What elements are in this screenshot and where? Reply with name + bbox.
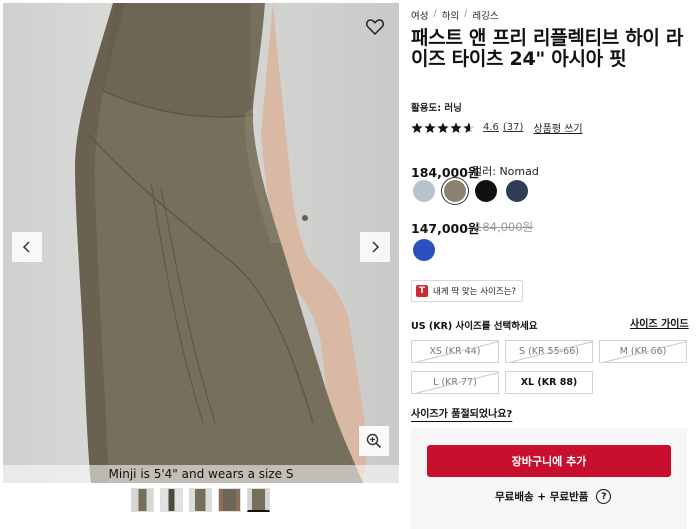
stars-icon <box>411 122 475 133</box>
breadcrumb-leggings[interactable]: 레깅스 <box>472 8 498 22</box>
write-review-link[interactable]: 상품평 쓰기 <box>533 120 582 135</box>
rating-value[interactable]: 4.6 <box>483 122 499 133</box>
rating-row: 4.6 (37) 상품평 쓰기 <box>411 120 583 135</box>
heart-icon <box>366 19 384 35</box>
question-circle-icon[interactable]: ? <box>596 489 612 504</box>
purchase-box: 장바구니에 추가 무료배송 + 무료반품 ? <box>411 428 687 529</box>
size-heading: US (KR) 사이즈를 선택하세요 <box>411 321 538 332</box>
previous-image-button[interactable] <box>12 232 42 262</box>
size-option-l[interactable]: L (KR 77) <box>411 371 499 394</box>
size-option-xl[interactable]: XL (KR 88) <box>505 371 593 394</box>
thumbnail-strip <box>131 488 270 512</box>
thumbnail-2[interactable] <box>160 488 183 512</box>
star-rating <box>411 122 475 134</box>
breadcrumb-bottoms[interactable]: 하의 <box>442 8 459 22</box>
swatch-navy[interactable] <box>506 180 528 202</box>
color-label: 컬러: Nomad <box>472 165 539 178</box>
size-guide-link[interactable]: 사이즈 가이드 <box>630 315 689 330</box>
shipping-label: 무료배송 + 무료반품 <box>495 491 589 503</box>
price: 184,000원 <box>411 165 480 180</box>
breadcrumb-separator: / <box>464 8 468 19</box>
product-photo <box>75 3 367 483</box>
shipping-info[interactable]: 무료배송 + 무료반품 ? <box>495 489 612 504</box>
sale-price: 147,000원 <box>411 221 480 236</box>
review-count[interactable]: (37) <box>503 122 524 133</box>
zoom-button[interactable] <box>359 426 389 456</box>
chevron-left-icon <box>22 241 30 253</box>
fit-finder-button[interactable]: T 내게 딱 맞는 사이즈는? <box>411 280 523 302</box>
product-image-gallery: Minji is 5'4" and wears a size S <box>3 3 399 483</box>
sold-out-size-link[interactable]: 사이즈가 품절되었나요? <box>411 405 512 420</box>
zoom-in-icon <box>366 433 382 449</box>
add-to-cart-button[interactable]: 장바구니에 추가 <box>427 445 671 477</box>
thumbnail-3[interactable] <box>189 488 212 512</box>
swatch-blue[interactable] <box>413 239 435 261</box>
size-option-s[interactable]: S (KR 55-66) <box>505 340 593 363</box>
swatch-light-blue-grey[interactable] <box>413 180 435 202</box>
product-title: 패스트 앤 프리 리플렉티브 하이 라이즈 타이츠 24" 아시아 핏 <box>411 27 684 70</box>
size-option-m[interactable]: M (KR 66) <box>599 340 687 363</box>
breadcrumb-separator: / <box>433 8 437 19</box>
wishlist-button[interactable] <box>363 15 387 39</box>
swatch-nomad[interactable] <box>444 180 466 202</box>
next-image-button[interactable] <box>360 232 390 262</box>
original-price: 184,000원 <box>475 220 534 234</box>
color-swatches <box>413 180 528 202</box>
thumbnail-1[interactable] <box>131 488 154 512</box>
size-option-xs[interactable]: XS (KR 44) <box>411 340 499 363</box>
fit-finder-badge: T <box>416 285 428 297</box>
fit-finder-label: 내게 딱 맞는 사이즈는? <box>433 287 516 297</box>
swatch-black[interactable] <box>475 180 497 202</box>
breadcrumb: 여성 / 하의 / 레깅스 <box>411 8 499 22</box>
image-caption: Minji is 5'4" and wears a size S <box>3 465 399 483</box>
breadcrumb-women[interactable]: 여성 <box>411 8 428 22</box>
thumbnail-5[interactable] <box>247 488 270 512</box>
activity-label: 활용도: 러닝 <box>411 103 462 114</box>
thumbnail-4[interactable] <box>218 488 241 512</box>
size-options: XS (KR 44) S (KR 55-66) M (KR 66) L (KR … <box>411 340 687 394</box>
chevron-right-icon <box>372 241 380 253</box>
